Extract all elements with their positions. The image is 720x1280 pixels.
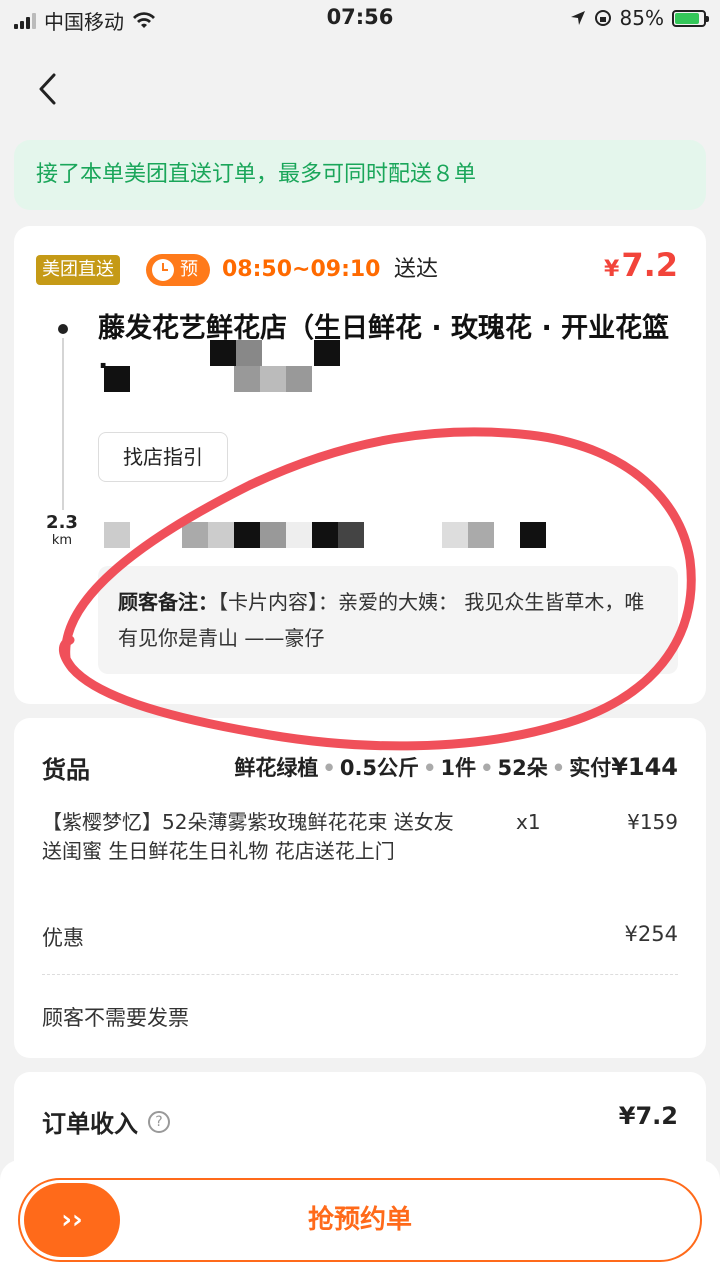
discount-label: 优惠: [42, 926, 84, 950]
distance-unit: km: [51, 533, 73, 548]
reservation-tag: 预: [146, 254, 210, 286]
goods-pieces: 1件: [440, 756, 477, 780]
status-right: 85%: [570, 6, 709, 30]
back-button[interactable]: [36, 72, 68, 108]
item-quantity: x1: [516, 810, 541, 834]
goods-count: 52朵: [497, 756, 548, 780]
slider-handle[interactable]: ››: [24, 1183, 120, 1257]
battery-icon: [672, 9, 709, 27]
notice-banner: 接了本单美团直送订单，最多可同时配送８单: [14, 140, 706, 210]
goods-category: 鲜花绿植: [234, 756, 319, 780]
address-redaction: [104, 522, 546, 548]
income-label: 订单收入: [42, 1110, 138, 1138]
goods-card: 货品 鲜花绿植 • 0.5公斤 • 1件 • 52朵 • 实付¥144 【紫樱梦忆】52朵薄雾紫…: [14, 718, 706, 1058]
distance-value: 2.3: [46, 512, 78, 533]
redaction-mosaic: [104, 366, 312, 392]
route-line: [62, 338, 64, 510]
invoice-note: 顾客不需要发票: [42, 1006, 189, 1030]
order-card: 美团直送 预 08:50~09:10 送达 ¥7.2 2.3 km 藤发花艺鲜花…: [14, 226, 706, 704]
distance: 2.3 km: [42, 512, 82, 548]
divider: [42, 974, 678, 975]
delivery-time-window: 08:50~09:10: [222, 257, 381, 282]
remark-label: 顾客备注：: [118, 590, 218, 614]
battery-percent: 85%: [619, 6, 664, 30]
location-arrow-icon: [570, 11, 585, 25]
discount-value: ¥254: [624, 922, 678, 946]
customer-remark: 顾客备注：【卡片内容】：亲爱的大姨： 我见众生皆草木，唯有见你是青山 ——豪仔: [98, 566, 678, 674]
item-price: ¥159: [627, 810, 678, 834]
store-guide-button[interactable]: 找店指引: [98, 432, 228, 482]
alarm-clock-icon: [152, 259, 174, 281]
reservation-tag-label: 预: [180, 259, 198, 280]
grab-order-slider[interactable]: 抢预约单 ››: [18, 1178, 702, 1262]
route-dot: [58, 324, 68, 334]
status-bar: 中国移动 07:56 85%: [0, 0, 720, 38]
bottom-bar: 抢预约单 ››: [0, 1160, 720, 1280]
goods-weight: 0.5公斤: [339, 756, 420, 780]
paid-label: 实付: [569, 756, 612, 780]
delivery-fee: ¥7.2: [604, 246, 678, 284]
chevron-left-icon: [39, 73, 56, 105]
rotation-lock-icon: [594, 10, 611, 26]
help-icon[interactable]: ?: [148, 1110, 170, 1133]
income-value: ¥7.2: [618, 1102, 678, 1130]
grab-order-label: 抢预约单: [307, 1205, 412, 1235]
currency-symbol: ¥: [604, 257, 620, 282]
paid-value: ¥144: [611, 753, 678, 781]
delivery-fee-value: 7.2: [621, 246, 678, 284]
redaction-mosaic: [210, 340, 340, 366]
income-label-wrap: 订单收入 ?: [42, 1104, 170, 1139]
item-name: 【紫樱梦忆】52朵薄雾紫玫瑰鲜花花束 送女友送闺蜜 生日鲜花生日礼物 花店送花上…: [42, 810, 454, 863]
goods-summary: 鲜花绿植 • 0.5公斤 • 1件 • 52朵 • 实付¥144: [234, 753, 678, 781]
delivery-word: 送达: [394, 257, 439, 282]
direct-delivery-tag: 美团直送: [36, 255, 120, 285]
goods-title: 货品: [42, 756, 90, 784]
